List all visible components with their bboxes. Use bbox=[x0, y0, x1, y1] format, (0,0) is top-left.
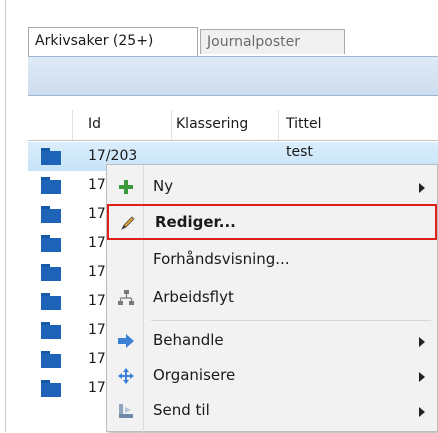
menu-item-send-til[interactable]: Send til bbox=[107, 395, 437, 427]
folder-icon bbox=[41, 148, 61, 165]
submenu-arrow-icon bbox=[419, 372, 425, 382]
column-header-id[interactable]: Id bbox=[88, 116, 101, 132]
menu-item-label: Behandle bbox=[153, 331, 224, 349]
workflow-icon bbox=[118, 290, 134, 305]
plus-icon bbox=[119, 180, 133, 194]
folder-icon bbox=[41, 177, 61, 194]
pencil-icon bbox=[121, 216, 135, 230]
folder-icon bbox=[41, 322, 61, 339]
grid-header: Id Klassering Tittel bbox=[28, 110, 438, 141]
move-icon bbox=[118, 368, 134, 384]
submenu-arrow-icon bbox=[419, 407, 425, 417]
folder-icon bbox=[41, 206, 61, 223]
menu-item-label: Forhåndsvisning... bbox=[153, 250, 290, 268]
tab-journalposter[interactable]: Journalposter bbox=[200, 29, 345, 54]
menu-item-label: Ny bbox=[153, 177, 174, 195]
menu-item-arbeidsflyt[interactable]: Arbeidsflyt bbox=[107, 282, 437, 314]
menu-item-ny[interactable]: Ny bbox=[107, 171, 437, 203]
folder-icon bbox=[41, 351, 61, 368]
menu-item-behandle[interactable]: Behandle bbox=[107, 325, 437, 357]
context-menu: Ny Rediger... Forhåndsvisning... Arbeids… bbox=[106, 164, 438, 433]
tab-arkivsaker[interactable]: Arkivsaker (25+) bbox=[28, 27, 198, 56]
menu-item-label: Send til bbox=[153, 401, 210, 419]
folder-icon bbox=[41, 235, 61, 252]
arrow-right-icon bbox=[118, 334, 134, 348]
folder-icon bbox=[41, 380, 61, 397]
menu-separator bbox=[151, 320, 431, 321]
menu-item-label: Arbeidsflyt bbox=[153, 288, 234, 306]
column-header-klassering[interactable]: Klassering bbox=[176, 116, 248, 132]
menu-item-label: Rediger... bbox=[155, 213, 236, 231]
folder-icon bbox=[41, 293, 61, 310]
cell-title: test bbox=[286, 144, 313, 160]
column-separator[interactable] bbox=[171, 110, 172, 140]
column-separator[interactable] bbox=[278, 110, 279, 140]
column-header-tittel[interactable]: Tittel bbox=[286, 116, 322, 132]
menu-item-label: Organisere bbox=[153, 366, 236, 384]
submenu-arrow-icon bbox=[419, 183, 425, 193]
menu-item-rediger[interactable]: Rediger... bbox=[107, 204, 437, 240]
cell-id: 17/203 bbox=[88, 148, 138, 164]
folder-icon bbox=[41, 264, 61, 281]
menu-item-organisere[interactable]: Organisere bbox=[107, 360, 437, 392]
column-separator[interactable] bbox=[72, 110, 73, 140]
submenu-arrow-icon bbox=[419, 337, 425, 347]
send-icon bbox=[119, 404, 133, 418]
menu-item-forhandsvisning[interactable]: Forhåndsvisning... bbox=[107, 244, 437, 276]
left-divider bbox=[5, 0, 6, 432]
toolbar-band bbox=[28, 56, 438, 96]
